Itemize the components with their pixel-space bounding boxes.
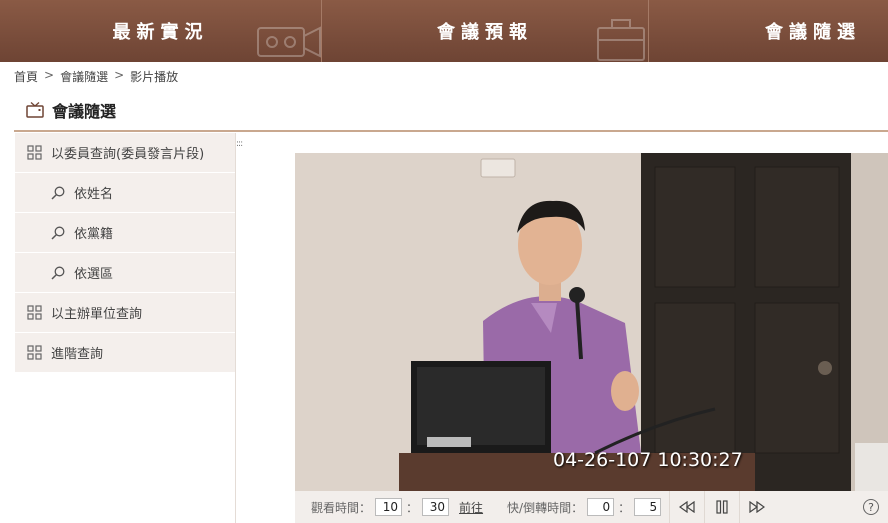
rewind-icon [679,501,695,513]
video-player[interactable]: 04-26-107 10:30:27 [295,153,888,491]
breadcrumb-home[interactable]: 首頁 [14,68,38,85]
sidebar-item-label: 進階查詢 [51,347,104,362]
watch-minute-input[interactable] [422,498,450,516]
sidebar-item-label: 依黨籍 [74,227,114,242]
sidebar: 以委員查詢(委員發言片段) 依姓名 依黨籍 依選區 以主辦單位查詢 進階查詢 [15,133,235,373]
sidebar-item-advanced-search[interactable]: 進階查詢 [15,333,235,373]
video-frame-image [295,153,888,491]
grid-icon [27,345,42,360]
seek-time-label: 快/倒轉時間： [507,500,584,515]
search-icon [51,186,65,200]
breadcrumb: 首頁 > 會議隨選 > 影片播放 [14,68,178,85]
sidebar-item-by-name[interactable]: 依姓名 [15,173,235,213]
nav-item-on-demand[interactable]: 會議隨選 [649,0,888,62]
title-divider [14,130,888,132]
nav-item-label: 最新實況 [112,22,209,43]
sidebar-item-label: 依選區 [74,267,114,282]
tv-icon [26,102,44,118]
time-colon: ： [618,500,631,515]
pause-button[interactable] [704,491,739,523]
breadcrumb-separator: > [44,68,55,82]
seek-second-input[interactable] [634,498,662,516]
nav-item-label: 會議預報 [437,22,533,43]
time-colon: ： [406,500,419,515]
nav-item-schedule[interactable]: 會議預報 [322,0,649,62]
grid-icon [27,305,42,320]
sidebar-divider [235,133,236,523]
sidebar-item-by-legislator[interactable]: 以委員查詢(委員發言片段) [15,133,235,173]
player-controls: 觀看時間： ： 前往 快/倒轉時間： ： ? [295,491,888,523]
nav-item-label: 會議隨選 [765,22,861,43]
search-icon [51,266,65,280]
watch-time-label: 觀看時間： [311,500,372,515]
drag-handle[interactable]: ::: [236,139,243,149]
video-timestamp-overlay: 04-26-107 10:30:27 [553,449,743,471]
sidebar-item-label: 以主辦單位查詢 [51,307,143,322]
breadcrumb-on-demand[interactable]: 會議隨選 [60,68,108,85]
grid-icon [27,145,42,160]
rewind-button[interactable] [669,491,704,523]
sidebar-item-by-district[interactable]: 依選區 [15,253,235,293]
fast-forward-button[interactable] [739,491,774,523]
watch-hour-input[interactable] [375,498,403,516]
nav-item-live[interactable]: 最新實況 [0,0,322,62]
seek-minute-input[interactable] [587,498,615,516]
page-title: 會議隨選 [26,98,116,122]
search-icon [51,226,65,240]
breadcrumb-separator: > [114,68,125,82]
sidebar-item-by-organizer[interactable]: 以主辦單位查詢 [15,293,235,333]
sidebar-item-label: 依姓名 [74,187,114,202]
sidebar-item-by-party[interactable]: 依黨籍 [15,213,235,253]
help-icon[interactable]: ? [863,499,879,515]
goto-link[interactable]: 前往 [459,499,483,516]
video-camera-icon [257,26,321,58]
pause-icon [716,500,728,514]
breadcrumb-current: 影片播放 [130,70,179,84]
top-navigation: 最新實況 會議預報 會議隨選 [0,0,888,62]
fast-forward-icon [749,501,766,513]
page-title-text: 會議隨選 [52,102,117,121]
sidebar-item-label: 以委員查詢(委員發言片段) [51,147,205,162]
briefcase-icon [597,19,645,61]
